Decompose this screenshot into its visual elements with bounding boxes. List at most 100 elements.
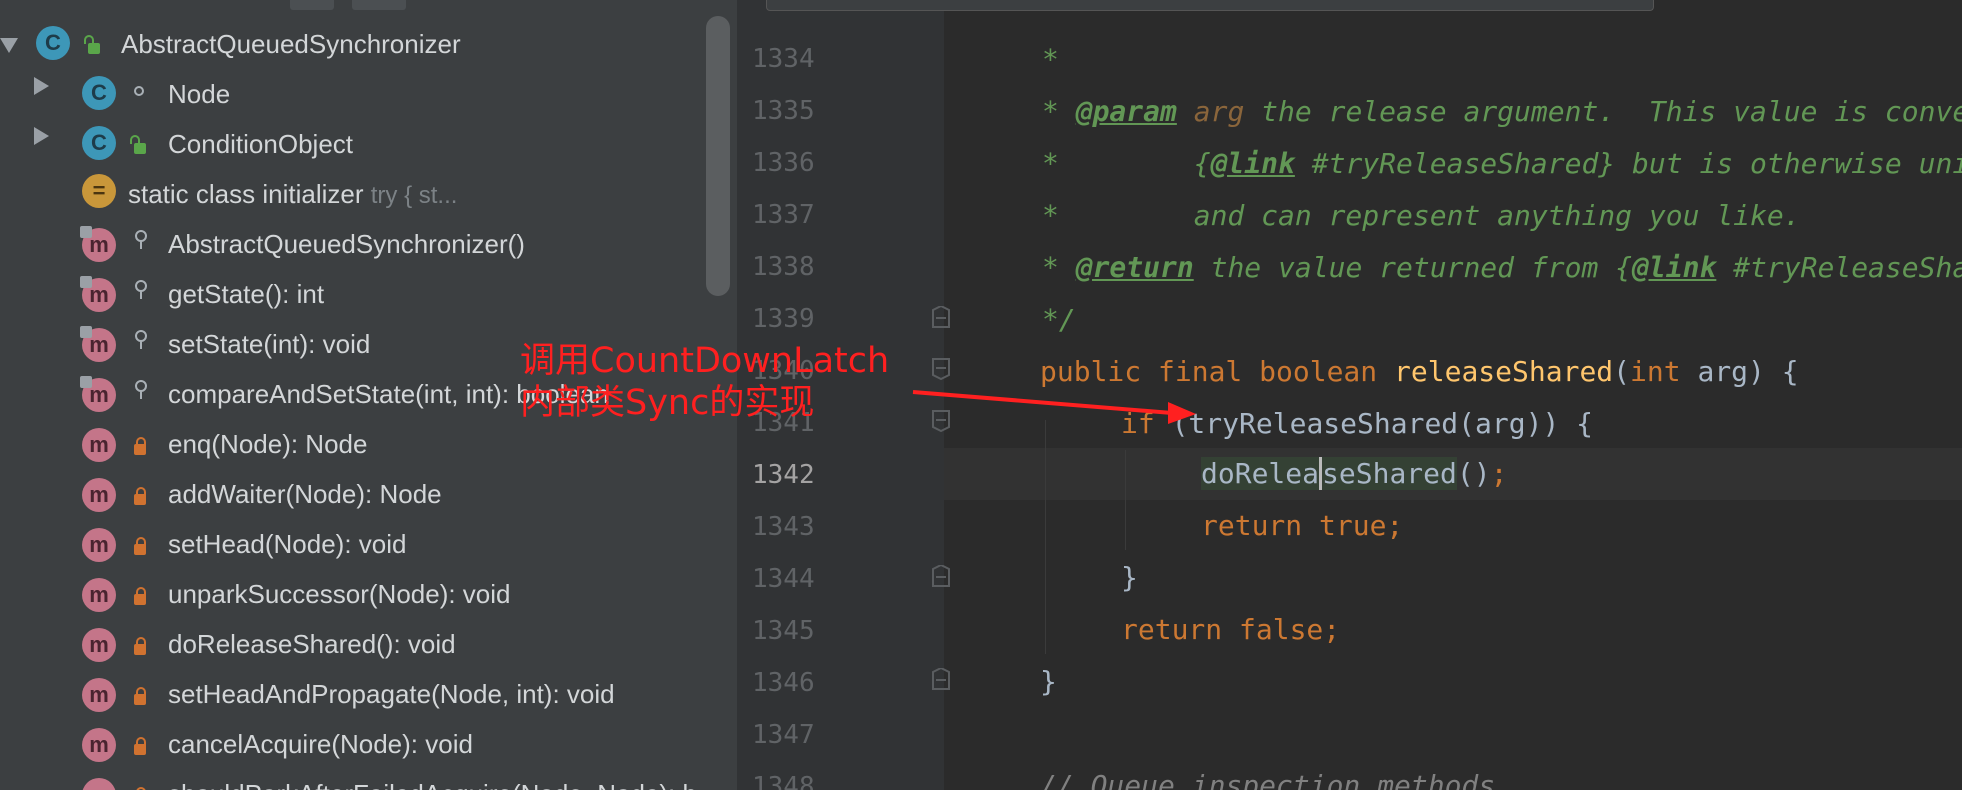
tree-item-method[interactable]: m setHead(Node): void: [0, 520, 700, 570]
tree-item-label: setHeadAndPropagate(Node, int): void: [168, 679, 615, 709]
code-line-1344[interactable]: }: [1121, 552, 1138, 604]
code-line-1340[interactable]: public final boolean releaseShared(int a…: [1040, 346, 1799, 398]
code-line-1346[interactable]: }: [1040, 656, 1057, 708]
tree-item-conditionobject[interactable]: C ConditionObject: [0, 120, 700, 170]
line-number: 1334: [752, 44, 815, 74]
code-line-1345[interactable]: return false;: [1121, 604, 1340, 656]
public-lock-icon: [130, 135, 146, 154]
method-icon: m: [82, 678, 116, 712]
tree-item-node[interactable]: C Node: [0, 70, 700, 120]
private-lock-icon: [134, 737, 146, 755]
annotation-line-1: 调用CountDownLatch: [520, 341, 890, 381]
fold-marker-icon[interactable]: [931, 565, 951, 587]
protected-key-icon: [135, 380, 147, 399]
initializer-icon: =: [82, 174, 116, 208]
method-icon: m: [82, 778, 116, 790]
override-mark-icon: [80, 226, 92, 238]
indent-guide: [1125, 450, 1126, 550]
tree-item-label: Node: [168, 79, 231, 109]
override-mark-icon: [80, 276, 92, 288]
line-number: 1336: [752, 148, 815, 178]
protected-key-icon: [135, 230, 147, 249]
private-lock-icon: [134, 487, 146, 505]
initializer-hint: try { st...: [370, 182, 458, 209]
line-number: 1345: [752, 616, 815, 646]
editor-toolbar: [766, 0, 1654, 11]
class-icon: C: [82, 76, 116, 110]
indent-guide: [1045, 420, 1046, 654]
tree-item-method[interactable]: m shouldParkAfterFailedAcquire(Node, Node…: [0, 770, 737, 790]
code-editor[interactable]: 1334 1335 1336 1337 1338 1339 1340 1341 1342 1343…: [737, 0, 1962, 790]
expand-arrow-icon[interactable]: [34, 77, 49, 95]
annotation-line-2: 内部类Sync的实现: [520, 383, 815, 423]
tree-item-abstractqueuedsynchronizer[interactable]: C AbstractQueuedSynchronizer: [0, 20, 700, 70]
override-mark-icon: [80, 376, 92, 388]
method-icon: m: [82, 478, 116, 512]
private-lock-icon: [134, 637, 146, 655]
tree-item-method[interactable]: m setHeadAndPropagate(Node, int): void: [0, 670, 700, 720]
toolbar-button[interactable]: [290, 0, 334, 10]
line-number: 1344: [752, 564, 815, 594]
fold-marker-icon[interactable]: [931, 668, 951, 690]
tree-item-label: AbstractQueuedSynchronizer(): [168, 229, 525, 259]
code-line-1341[interactable]: if (tryReleaseShared(arg)) {: [1121, 398, 1593, 450]
private-lock-icon: [134, 537, 146, 555]
initializer-label: static class initializer: [128, 179, 364, 209]
tree-item-method[interactable]: m addWaiter(Node): Node: [0, 470, 700, 520]
line-number: 1346: [752, 668, 815, 698]
tree-item-method[interactable]: m enq(Node): Node: [0, 420, 700, 470]
tree-item-method[interactable]: m doReleaseShared(): void: [0, 620, 700, 670]
tree-item-label: enq(Node): Node: [168, 429, 368, 459]
tree-item-label: setState(int): void: [168, 329, 371, 359]
public-lock-icon: [84, 35, 100, 54]
code-line-1335[interactable]: * @param arg the release argument. This …: [1042, 86, 1962, 138]
code-line-1337[interactable]: * and can represent anything you like.: [1042, 190, 1801, 242]
code-line-1334[interactable]: *: [1042, 34, 1059, 86]
method-icon: m: [82, 628, 116, 662]
line-number: 1343: [752, 512, 815, 542]
fold-marker-icon[interactable]: [931, 358, 951, 380]
protected-key-icon: [135, 330, 147, 349]
code-line-1343[interactable]: return true;: [1201, 500, 1403, 552]
line-number: 1347: [752, 720, 815, 750]
fold-marker-icon[interactable]: [931, 410, 951, 432]
tree-item-label: AbstractQueuedSynchronizer: [121, 29, 461, 59]
code-line-1336[interactable]: * {@link #tryReleaseShared} but is other…: [1042, 138, 1962, 190]
package-private-icon: [134, 86, 144, 96]
structure-toolbar: [0, 0, 737, 12]
code-line-1338[interactable]: * @return the value returned from {@link…: [1042, 242, 1962, 294]
tree-item-label: cancelAcquire(Node): void: [168, 729, 473, 759]
code-line-1342[interactable]: doRelea seShared();: [1201, 448, 1507, 500]
line-number: 1338: [752, 252, 815, 282]
tree-item-label: unparkSuccessor(Node): void: [168, 579, 511, 609]
method-icon: m: [82, 528, 116, 562]
tree-item-method[interactable]: m getState(): int: [0, 270, 700, 320]
fold-marker-icon[interactable]: [931, 306, 951, 328]
collapse-arrow-icon[interactable]: [0, 38, 18, 53]
line-number: 1342: [752, 460, 815, 490]
line-number: 1335: [752, 96, 815, 126]
method-icon: m: [82, 728, 116, 762]
method-icon: m: [82, 578, 116, 612]
code-line-1339[interactable]: */: [1042, 294, 1076, 346]
tree-item-label: doReleaseShared(): void: [168, 629, 456, 659]
toolbar-button[interactable]: [352, 0, 406, 10]
tree-item-method[interactable]: m unparkSuccessor(Node): void: [0, 570, 700, 620]
tree-item-method[interactable]: m cancelAcquire(Node): void: [0, 720, 700, 770]
method-icon: m: [82, 428, 116, 462]
tree-item-label: getState(): int: [168, 279, 325, 309]
private-lock-icon: [134, 687, 146, 705]
annotation-note: 调用CountDownLatch 内部类Sync的实现: [520, 340, 889, 424]
tree-item-method[interactable]: m AbstractQueuedSynchronizer(): [0, 220, 700, 270]
override-mark-icon: [80, 326, 92, 338]
tree-item-static-initializer[interactable]: = static class initializer try { st...: [0, 170, 700, 220]
code-line-1348[interactable]: // Queue inspection methods: [1040, 760, 1495, 790]
line-number: 1337: [752, 200, 815, 230]
line-number: 1339: [752, 304, 815, 334]
class-icon: C: [36, 26, 70, 60]
expand-arrow-icon[interactable]: [34, 127, 49, 145]
structure-scrollbar-thumb[interactable]: [706, 16, 730, 296]
protected-key-icon: [135, 280, 147, 299]
tree-item-label: static class initializer try { st...: [128, 179, 457, 210]
line-number: 1348: [752, 772, 815, 790]
